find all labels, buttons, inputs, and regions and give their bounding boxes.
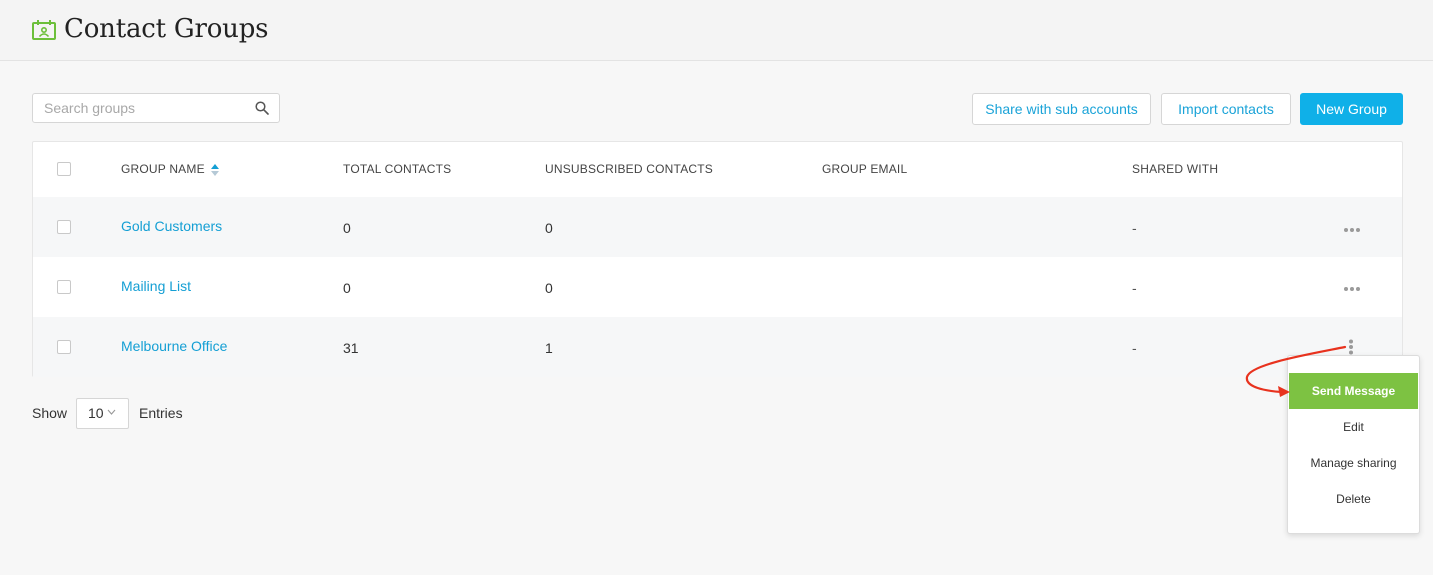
entries-label: Entries [139,405,183,421]
page-size-select[interactable]: 10 [76,398,129,429]
column-total-contacts: TOTAL CONTACTS [343,162,452,176]
more-options-icon[interactable] [1343,227,1361,233]
shared-with-value: - [1132,340,1137,356]
column-unsubscribed-contacts: UNSUBSCRIBED CONTACTS [545,162,713,176]
groups-table: GROUP NAME TOTAL CONTACTS UNSUBSCRIBED C… [32,141,1403,377]
menu-item-edit[interactable]: Edit [1288,409,1419,445]
page-size-value: 10 [88,405,104,421]
more-options-icon[interactable] [1343,286,1361,292]
group-name-link[interactable]: Mailing List [121,278,191,294]
unsubscribed-contacts-value: 1 [545,340,553,356]
page-header: Contact Groups [0,0,1433,61]
total-contacts-value: 0 [343,220,351,236]
total-contacts-value: 31 [343,340,359,356]
sort-icon[interactable] [210,162,220,178]
group-name-link[interactable]: Melbourne Office [121,338,227,354]
contacts-calendar-icon [32,20,56,40]
show-label: Show [32,405,68,421]
column-group-name[interactable]: GROUP NAME [121,162,205,176]
unsubscribed-contacts-value: 0 [545,280,553,296]
search-input[interactable] [33,94,254,122]
row-checkbox[interactable] [57,340,71,354]
shared-with-value: - [1132,220,1137,236]
search-icon[interactable] [255,101,269,115]
new-group-button[interactable]: New Group [1300,93,1403,125]
search-box[interactable] [32,93,280,123]
shared-with-value: - [1132,280,1137,296]
menu-item-delete[interactable]: Delete [1288,481,1419,517]
table-row: Gold Customers 0 0 - [33,197,1402,257]
share-with-sub-accounts-button[interactable]: Share with sub accounts [972,93,1151,125]
page-title: Contact Groups [64,14,269,44]
row-checkbox[interactable] [57,280,71,294]
annotation-arrow-icon [1245,345,1347,397]
menu-item-manage-sharing[interactable]: Manage sharing [1288,445,1419,481]
group-name-link[interactable]: Gold Customers [121,218,222,234]
column-group-email: GROUP EMAIL [822,162,908,176]
column-shared-with: SHARED WITH [1132,162,1219,176]
total-contacts-value: 0 [343,280,351,296]
select-all-checkbox[interactable] [57,162,71,176]
table-row: Melbourne Office 31 1 - [33,317,1402,377]
unsubscribed-contacts-value: 0 [545,220,553,236]
chevron-down-icon [107,409,116,415]
table-row: Mailing List 0 0 - [33,257,1402,317]
row-checkbox[interactable] [57,220,71,234]
table-header: GROUP NAME TOTAL CONTACTS UNSUBSCRIBED C… [33,142,1402,198]
import-contacts-button[interactable]: Import contacts [1161,93,1291,125]
